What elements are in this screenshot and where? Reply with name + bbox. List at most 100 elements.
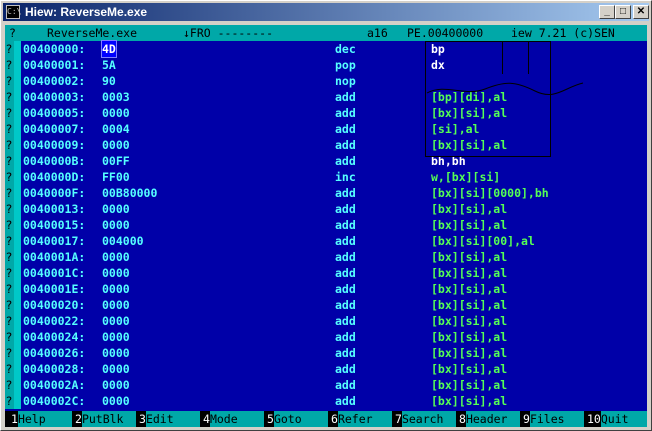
disasm-row[interactable]: ? 00400028: 0000 add [bx][si],al <box>5 361 647 377</box>
row-marker: ? <box>5 378 13 392</box>
row-marker: ? <box>5 138 13 152</box>
disasm-row[interactable]: ? 0040001C: 0000 add [bx][si],al <box>5 265 647 281</box>
maximize-button[interactable]: □ <box>615 5 631 19</box>
row-address: 00400028: <box>23 362 86 376</box>
row-hex-bytes[interactable]: 0000 <box>102 393 130 409</box>
fkey-refer[interactable]: 6Refer <box>331 411 392 427</box>
row-hex-bytes[interactable]: 0000 <box>102 201 130 217</box>
row-gutter-bar <box>14 169 21 185</box>
row-operands: w,[bx][si] <box>431 170 501 184</box>
row-mnemonic: add <box>335 90 356 104</box>
row-mnemonic: add <box>335 330 356 344</box>
row-hex-bytes[interactable]: 0000 <box>102 361 130 377</box>
minimize-button[interactable]: _ <box>599 5 615 19</box>
row-mnemonic: add <box>335 202 356 216</box>
row-mnemonic: add <box>335 378 356 392</box>
fkey-help[interactable]: 1Help <box>11 411 72 427</box>
row-address: 00400009: <box>23 138 86 152</box>
disasm-row[interactable]: ? 00400017: 004000 add [bx][si][00],al <box>5 233 647 249</box>
fkey-edit[interactable]: 3Edit <box>139 411 200 427</box>
row-gutter-bar <box>14 153 21 169</box>
row-hex-bytes[interactable]: 0000 <box>102 313 130 329</box>
fkey-putblk[interactable]: 2PutBlk <box>75 411 136 427</box>
row-address: 00400003: <box>23 90 86 104</box>
fkey-quit[interactable]: 10Quit <box>587 411 647 427</box>
disasm-row[interactable]: ? 0040000F: 00B80000 add [bx][si][0000],bh <box>5 185 647 201</box>
row-hex-bytes[interactable]: 0000 <box>102 297 130 313</box>
fkey-number: 3 <box>139 412 146 426</box>
row-hex-bytes[interactable]: 90 <box>102 73 116 89</box>
row-marker: ? <box>5 234 13 248</box>
row-marker: ? <box>5 346 13 360</box>
fkey-goto[interactable]: 5Goto <box>267 411 328 427</box>
row-gutter-bar <box>14 281 21 297</box>
fkey-label: PutBlk <box>81 411 136 427</box>
row-hex-bytes[interactable]: 0004 <box>102 121 130 137</box>
disasm-row[interactable]: ? 00400013: 0000 add [bx][si],al <box>5 201 647 217</box>
row-marker: ? <box>5 266 13 280</box>
row-mnemonic: add <box>335 346 356 360</box>
disasm-row[interactable]: ? 0040001A: 0000 add [bx][si],al <box>5 249 647 265</box>
row-marker: ? <box>5 218 13 232</box>
row-hex-bytes[interactable]: 0000 <box>102 345 130 361</box>
row-mnemonic: add <box>335 234 356 248</box>
row-hex-bytes[interactable]: 00B80000 <box>102 185 157 201</box>
fkey-header[interactable]: 8Header <box>459 411 520 427</box>
row-hex-bytes[interactable]: 004000 <box>102 233 144 249</box>
row-address: 00400024: <box>23 330 86 344</box>
row-hex-bytes[interactable]: 0000 <box>102 377 130 393</box>
close-icon: ✕ <box>636 6 646 17</box>
disasm-row[interactable]: ? 00400026: 0000 add [bx][si],al <box>5 345 647 361</box>
row-address: 0040002C: <box>23 394 86 408</box>
row-operands: [bx][si],al <box>431 250 508 264</box>
close-button[interactable]: ✕ <box>633 5 649 19</box>
row-hex-bytes[interactable]: 0000 <box>102 281 130 297</box>
row-address: 0040000F: <box>23 186 86 200</box>
row-operands: [bx][si][00],al <box>431 234 535 248</box>
disasm-row[interactable]: ? 00400024: 0000 add [bx][si],al <box>5 329 647 345</box>
row-gutter-bar <box>14 73 21 89</box>
row-mnemonic: add <box>335 138 356 152</box>
fkey-mode[interactable]: 4Mode <box>203 411 264 427</box>
fkey-files[interactable]: 9Files <box>523 411 584 427</box>
row-mnemonic: add <box>335 250 356 264</box>
row-hex-bytes[interactable]: 0000 <box>102 265 130 281</box>
console-app-icon[interactable]: C:\ <box>6 5 21 19</box>
window-title: Hiew: ReverseMe.exe <box>25 5 148 19</box>
row-gutter-bar <box>14 329 21 345</box>
console-area[interactable]: ? ReverseMe.exe ↓FRO -------- a16 PE.004… <box>5 25 647 427</box>
row-hex-bytes[interactable]: 0003 <box>102 89 130 105</box>
row-gutter-bar <box>14 185 21 201</box>
disasm-row[interactable]: ? 00400015: 0000 add [bx][si],al <box>5 217 647 233</box>
row-gutter-bar <box>14 345 21 361</box>
title-bar[interactable]: C:\ Hiew: ReverseMe.exe _ □ ✕ <box>3 3 649 21</box>
disasm-row[interactable]: ? 0040001E: 0000 add [bx][si],al <box>5 281 647 297</box>
fkey-search[interactable]: 7Search <box>395 411 456 427</box>
row-operands: [bx][si],al <box>431 330 508 344</box>
row-gutter-bar <box>14 249 21 265</box>
row-address: 00400007: <box>23 122 86 136</box>
row-hex-bytes[interactable]: 0000 <box>102 249 130 265</box>
row-hex-bytes[interactable]: 00FF <box>102 153 130 169</box>
fkey-number: 6 <box>331 412 338 426</box>
disasm-row[interactable]: ? 00400020: 0000 add [bx][si],al <box>5 297 647 313</box>
disasm-row[interactable]: ? 0040002A: 0000 add [bx][si],al <box>5 377 647 393</box>
row-marker: ? <box>5 122 13 136</box>
row-hex-bytes[interactable]: 0000 <box>102 137 130 153</box>
disasm-row[interactable]: ? 0040002C: 0000 add [bx][si],al <box>5 393 647 409</box>
row-hex-bytes[interactable]: 4D <box>101 40 117 58</box>
fkey-number: 5 <box>267 412 274 426</box>
row-hex-bytes[interactable]: 0000 <box>102 217 130 233</box>
row-hex-bytes[interactable]: 5A <box>102 57 116 73</box>
row-gutter-bar <box>14 393 21 409</box>
row-mnemonic: add <box>335 266 356 280</box>
row-gutter-bar <box>14 233 21 249</box>
disasm-row[interactable]: ? 0040000D: FF00 inc w,[bx][si] <box>5 169 647 185</box>
row-marker: ? <box>5 106 13 120</box>
scribble-drawing <box>426 82 584 96</box>
row-marker: ? <box>5 42 13 56</box>
row-hex-bytes[interactable]: 0000 <box>102 105 130 121</box>
row-hex-bytes[interactable]: 0000 <box>102 329 130 345</box>
disasm-row[interactable]: ? 00400022: 0000 add [bx][si],al <box>5 313 647 329</box>
row-hex-bytes[interactable]: FF00 <box>102 169 130 185</box>
